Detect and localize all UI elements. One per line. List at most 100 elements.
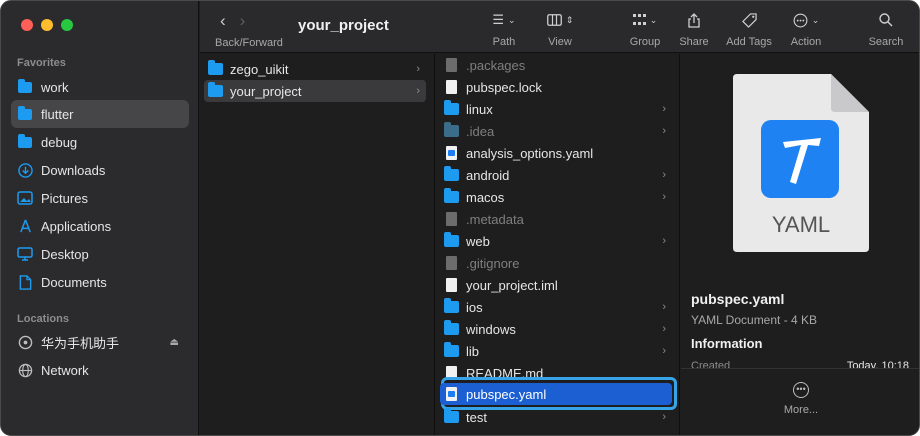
action-icon: ⌄ — [786, 9, 826, 31]
share-button[interactable]: Share — [676, 9, 712, 48]
folder-icon — [17, 105, 33, 122]
list-item[interactable]: .packages — [440, 54, 672, 76]
list-item[interactable]: macos › — [440, 186, 672, 208]
list-item[interactable]: lib › — [440, 340, 672, 362]
list-item[interactable]: windows › — [440, 318, 672, 340]
chevron-right-icon: › — [662, 103, 666, 115]
sidebar-item-label: Pictures — [41, 190, 88, 206]
preview-file-name: pubspec.yaml — [691, 291, 785, 307]
desktop-icon — [17, 246, 33, 262]
list-item[interactable]: web › — [440, 230, 672, 252]
folder-icon — [444, 188, 459, 203]
sidebar-item-label: Network — [41, 362, 89, 378]
folder-icon — [444, 320, 459, 335]
list-item[interactable]: analysis_options.yaml — [440, 142, 672, 164]
add-tags-button[interactable]: Add Tags — [722, 9, 776, 48]
search-icon — [866, 9, 906, 31]
sidebar-item-label: Desktop — [41, 246, 89, 262]
list-item[interactable]: android › — [440, 164, 672, 186]
action-button[interactable]: ⌄ Action — [786, 9, 826, 48]
chevron-right-icon: › — [662, 125, 666, 137]
sidebar: Favorites work flutter debug Downloads P… — [1, 1, 199, 435]
view-button[interactable]: ⇕ View — [542, 9, 578, 48]
columns-view-icon: ⇕ — [542, 9, 578, 31]
eject-icon[interactable]: ⏏ — [170, 337, 179, 348]
column-contents: .packages pubspec.lock linux › .idea › a… — [436, 54, 680, 435]
list-item[interactable]: .idea › — [440, 120, 672, 142]
back-forward-label: Back/Forward — [215, 37, 283, 49]
yaml-document-icon: YAML — [733, 74, 869, 252]
pictures-icon — [17, 190, 33, 206]
back-chevron-icon[interactable]: ‹ — [220, 11, 226, 31]
divider — [681, 368, 919, 369]
file-icon — [446, 80, 457, 94]
documents-icon — [17, 274, 33, 290]
forward-chevron-icon[interactable]: › — [240, 11, 246, 31]
chevron-right-icon: › — [662, 235, 666, 247]
sidebar-item-label: flutter — [41, 106, 74, 122]
sidebar-item-downloads[interactable]: Downloads — [11, 156, 189, 184]
sidebar-item-label: 华为手机助手 — [41, 335, 120, 351]
sidebar-item-label: debug — [41, 134, 78, 150]
sidebar-item-debug[interactable]: debug — [11, 128, 189, 156]
drive-icon — [17, 334, 33, 350]
folder-icon — [444, 100, 459, 115]
favorites-heading: Favorites — [17, 57, 66, 69]
tag-icon — [722, 9, 776, 31]
share-icon — [676, 9, 712, 31]
list-item[interactable]: your_project.iml — [440, 274, 672, 296]
zoom-button[interactable] — [61, 19, 73, 31]
icon-label: YAML — [772, 212, 830, 237]
preview-pane: YAML pubspec.yaml YAML Document - 4 KB I… — [681, 54, 919, 435]
list-item[interactable]: linux › — [440, 98, 672, 120]
path-button[interactable]: ☰ ⌄ Path — [486, 9, 522, 48]
yaml-file-icon — [446, 146, 457, 160]
created-value: Today, 10:18 — [846, 360, 909, 368]
chevron-right-icon: › — [662, 411, 666, 423]
chevron-right-icon: › — [662, 345, 666, 357]
chevron-right-icon: › — [416, 85, 420, 97]
path-icon: ☰ ⌄ — [492, 12, 516, 27]
folder-icon — [444, 122, 459, 137]
sidebar-item-flutter[interactable]: flutter — [11, 100, 189, 128]
toolbar: ‹ › Back/Forward your_project ☰ ⌄ Path ⇕… — [200, 1, 919, 53]
file-icon — [446, 256, 457, 270]
sidebar-item-huawei-assistant[interactable]: 华为手机助手 ⏏ — [11, 328, 189, 356]
preview-file-kind: YAML Document - 4 KB — [691, 313, 818, 327]
sidebar-item-desktop[interactable]: Desktop — [11, 240, 189, 268]
list-item[interactable]: your_project › — [204, 80, 426, 102]
list-item-selected[interactable]: pubspec.yaml — [440, 383, 672, 405]
sidebar-item-network[interactable]: Network — [11, 356, 189, 384]
sidebar-item-label: Applications — [41, 218, 112, 234]
file-icon — [446, 58, 457, 72]
more-button[interactable]: ••• More... — [681, 382, 919, 416]
group-button[interactable]: ⌄ Group — [624, 9, 666, 48]
list-item[interactable]: .gitignore — [440, 252, 672, 274]
sidebar-item-work[interactable]: work — [11, 73, 189, 101]
sidebar-item-label: Documents — [41, 274, 107, 290]
sidebar-item-applications[interactable]: Applications — [11, 212, 189, 240]
back-forward-controls: ‹ › — [220, 11, 245, 31]
locations-heading: Locations — [17, 313, 69, 325]
minimize-button[interactable] — [41, 19, 53, 31]
list-item[interactable]: ios › — [440, 296, 672, 318]
list-item[interactable]: test › — [440, 406, 672, 428]
group-icon: ⌄ — [624, 9, 666, 31]
list-item[interactable]: .metadata — [440, 208, 672, 230]
chevron-right-icon: › — [662, 169, 666, 181]
chevron-right-icon: › — [662, 323, 666, 335]
folder-icon — [208, 60, 223, 75]
column-parent: zego_uikit › your_project › — [200, 54, 435, 435]
search-button[interactable]: Search — [866, 9, 906, 48]
folder-icon — [208, 82, 223, 97]
close-button[interactable] — [21, 19, 33, 31]
list-item[interactable]: pubspec.lock — [440, 76, 672, 98]
window-controls — [21, 19, 73, 31]
chevron-right-icon: › — [662, 191, 666, 203]
sidebar-item-pictures[interactable]: Pictures — [11, 184, 189, 212]
list-item[interactable]: zego_uikit › — [204, 58, 426, 80]
folder-icon — [444, 408, 459, 423]
sidebar-item-documents[interactable]: Documents — [11, 268, 189, 296]
chevron-right-icon: › — [662, 301, 666, 313]
sidebar-item-label: Downloads — [41, 162, 106, 178]
